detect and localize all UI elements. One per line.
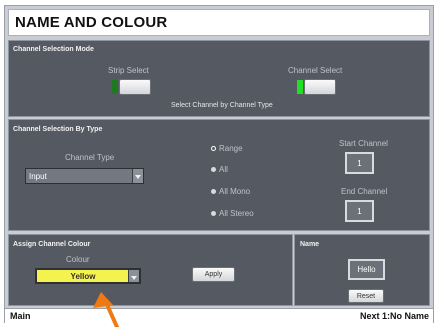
end-channel-label: End Channel	[341, 187, 388, 196]
radio-all[interactable]	[211, 167, 216, 172]
start-channel-label: Start Channel	[339, 139, 388, 148]
radio-all-mono[interactable]	[211, 189, 216, 194]
page-title: NAME AND COLOUR	[15, 14, 168, 31]
reset-button[interactable]: Reset	[348, 289, 384, 303]
colour-value: Yellow	[70, 272, 96, 281]
reset-label: Reset	[356, 292, 376, 300]
channel-selection-mode-panel: Channel Selection Mode Strip Select Chan…	[8, 40, 430, 117]
channel-type-label: Channel Type	[65, 153, 115, 162]
radio-range-label: Range	[219, 144, 243, 153]
panel-label: Assign Channel Colour	[13, 241, 91, 248]
channel-selection-by-type-panel: Channel Selection By Type Channel Type I…	[8, 119, 430, 231]
panel-label: Name	[300, 241, 320, 248]
channel-type-value: Input	[29, 172, 47, 181]
radio-range[interactable]	[211, 146, 216, 151]
screen-frame: NAME AND COLOUR Channel Selection Mode S…	[4, 5, 434, 323]
name-field[interactable]: Hello	[348, 259, 385, 280]
strip-select-button[interactable]	[119, 79, 151, 95]
radio-all-mono-label: All Mono	[219, 187, 251, 196]
channel-type-dropdown[interactable]: Input	[25, 168, 144, 184]
panel-label: Channel Selection By Type	[13, 126, 103, 133]
apply-label: Apply	[204, 271, 223, 278]
colour-dropdown[interactable]: Yellow	[35, 268, 141, 284]
assign-channel-colour-panel: Assign Channel Colour Colour Yellow Appl…	[8, 234, 293, 306]
panel-label: Channel Selection Mode	[13, 46, 94, 53]
channel-select-led	[297, 80, 303, 94]
status-left: Main	[10, 311, 31, 321]
channel-select-button[interactable]	[304, 79, 336, 95]
start-channel-field[interactable]: 1	[345, 152, 374, 174]
strip-select-label: Strip Select	[108, 66, 149, 75]
status-right: Next 1:No Name	[359, 311, 429, 321]
chevron-down-icon	[132, 169, 143, 183]
channel-select-label: Channel Select	[288, 66, 343, 75]
radio-all-stereo[interactable]	[211, 211, 216, 216]
select-by-type-caption: Select Channel by Channel Type	[171, 102, 273, 109]
apply-button[interactable]: Apply	[192, 267, 235, 282]
chevron-down-icon	[128, 270, 139, 282]
status-bar: Main Next 1:No Name	[5, 308, 433, 323]
colour-label: Colour	[66, 255, 90, 264]
strip-select-led	[112, 80, 118, 94]
end-channel-field[interactable]: 1	[345, 200, 374, 222]
title-bar: NAME AND COLOUR	[8, 9, 430, 36]
radio-all-label: All	[219, 165, 228, 174]
radio-all-stereo-label: All Stereo	[219, 209, 254, 218]
name-panel: Name Hello Reset	[294, 234, 430, 306]
